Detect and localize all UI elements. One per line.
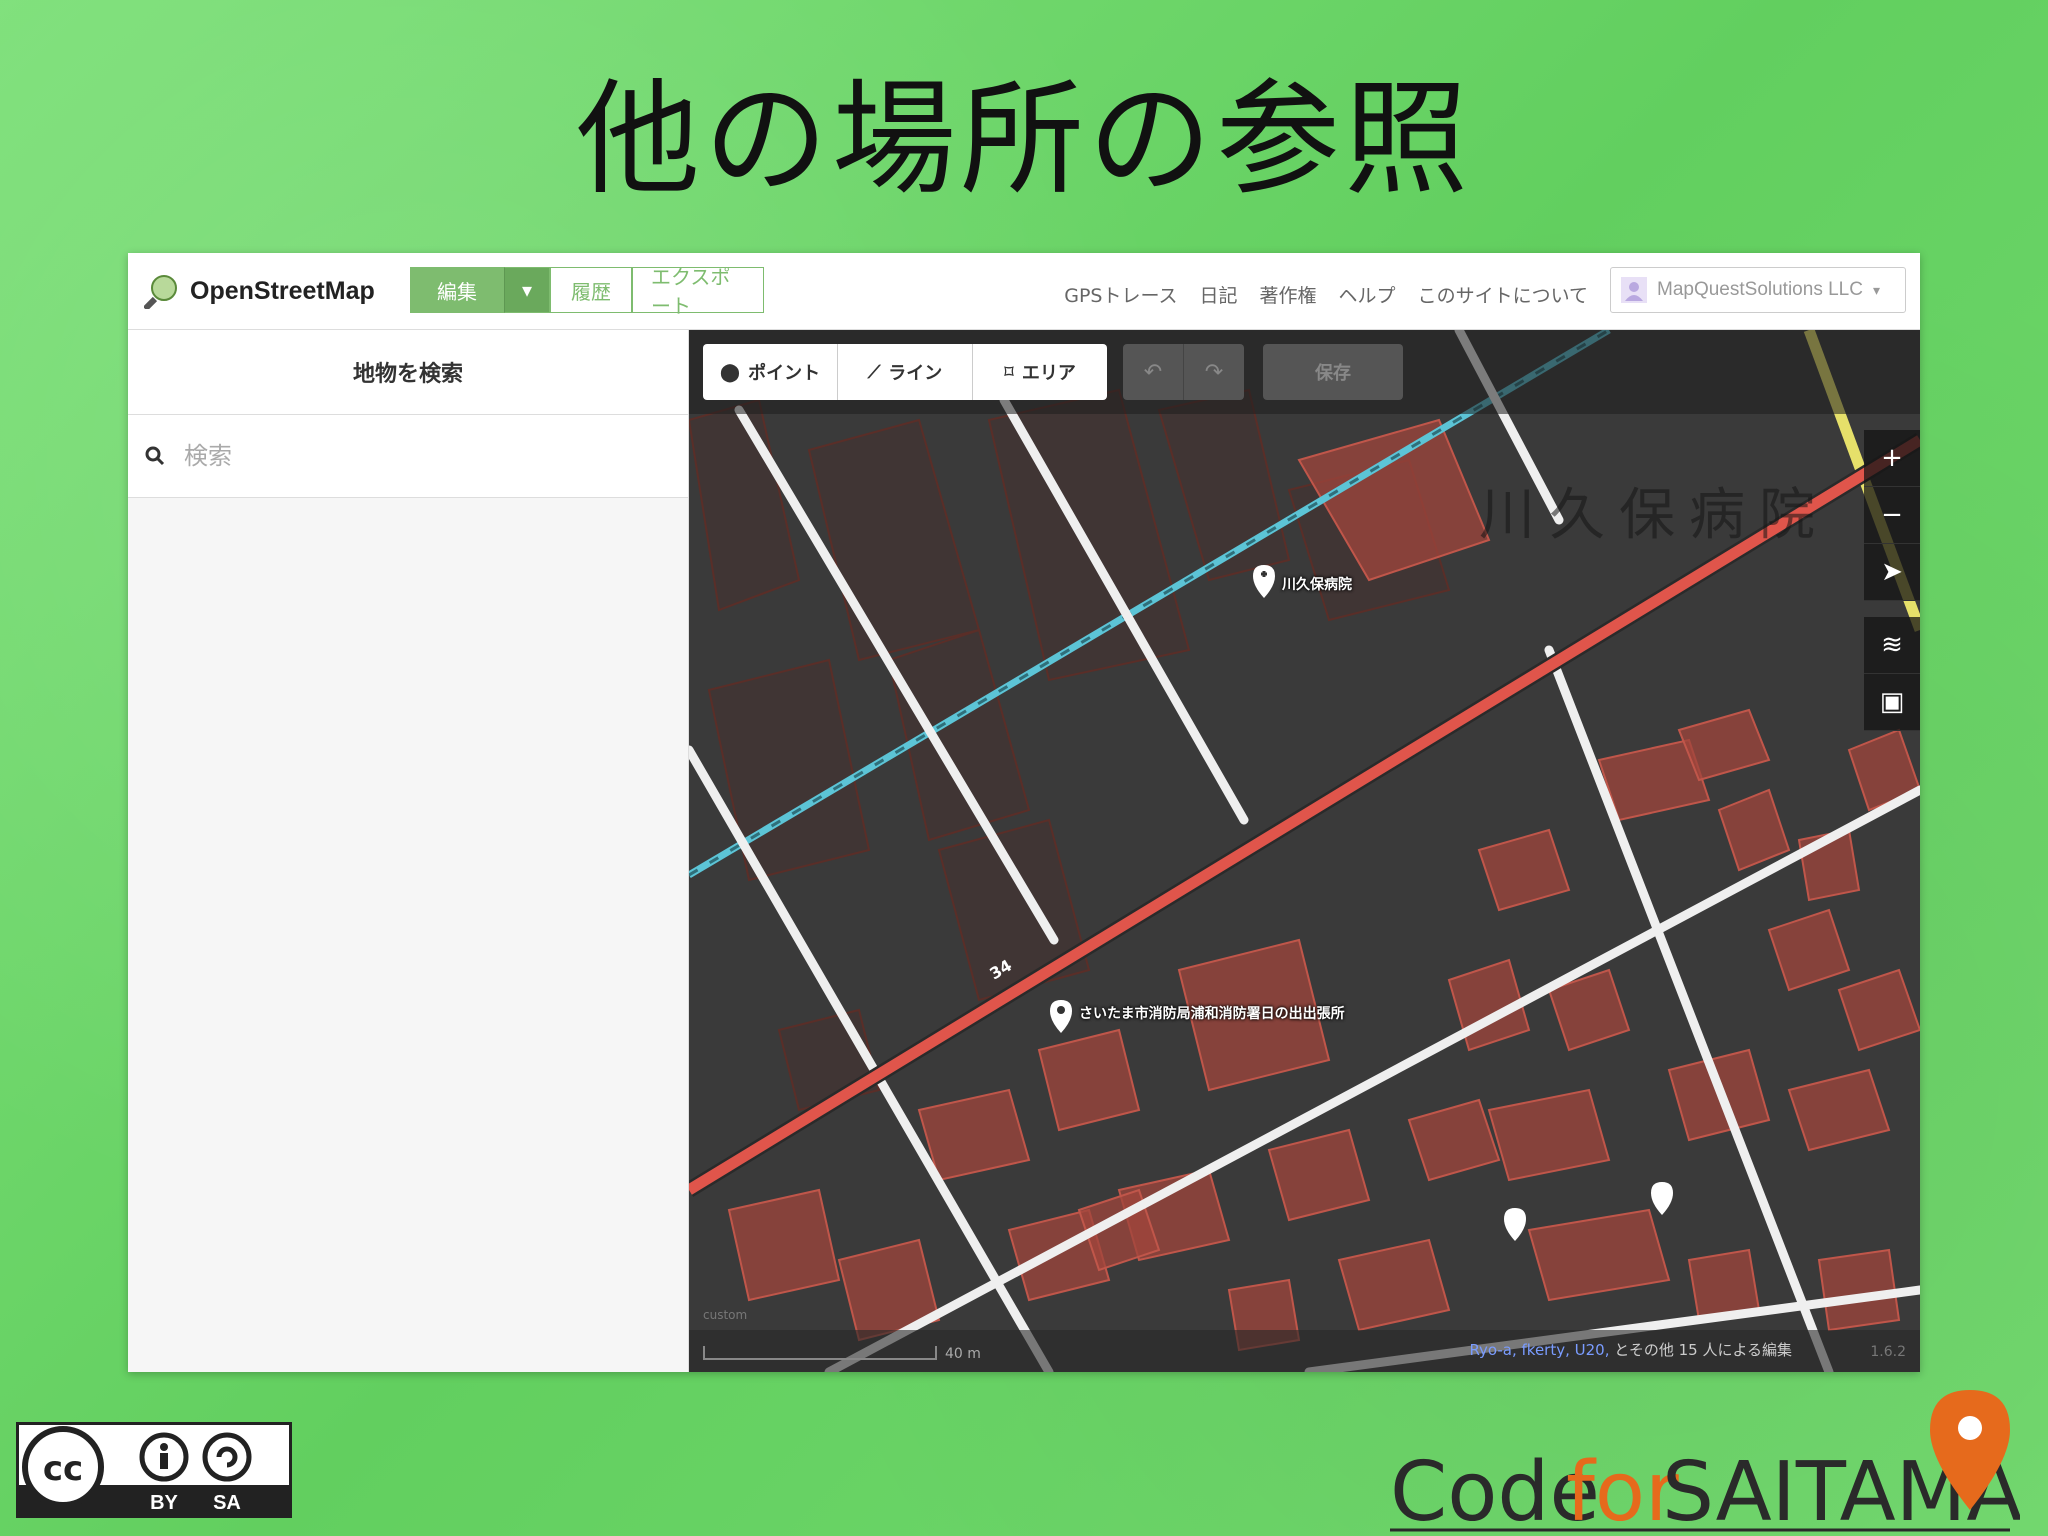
nav-about[interactable]: このサイトについて [1418,281,1588,308]
edit-dropdown-button[interactable]: ▾ [504,267,550,313]
save-button[interactable]: 保存 [1263,344,1403,400]
slide-title: 他の場所の参照 [575,68,1472,212]
add-point-button[interactable]: ⬤ ポイント [703,344,838,400]
map-controls: + − ➤ ≋ ▣ [1864,430,1920,731]
sidebar: 地物を検索 [128,330,689,1372]
nav-gps-traces[interactable]: GPSトレース [1064,281,1177,308]
line-icon: ⟋ [867,361,881,383]
search-input[interactable] [182,441,626,471]
plus-icon: + [1881,443,1903,473]
attribution-users[interactable]: Ryo-a, fkerty, U20, [1469,1341,1609,1359]
add-area-label: エリア [1021,363,1076,384]
add-line-label: ライン [888,363,943,384]
brand-name: OpenStreetMap [190,276,375,305]
user-name: MapQuestSolutions LLC [1657,279,1863,300]
undo-button[interactable]: ↶ [1123,344,1184,400]
osm-logo-icon [144,275,177,309]
layers-icon: ≋ [1881,630,1903,660]
search-row [128,415,688,498]
export-button[interactable]: エクスポート [632,265,764,318]
nav-links: GPSトレース 日記 著作権 ヘルプ このサイトについて [1064,281,1588,308]
cc-label: cc [43,1449,83,1489]
code-for-saitama-logo: Code for SAITAMA [1390,1390,2020,1536]
fire-station-label: さいたま市消防局浦和消防署日の出出張所 [1079,1006,1345,1022]
attribution-rest: とその他 15 人による編集 [1614,1341,1792,1359]
geolocate-button[interactable]: ➤ [1864,544,1920,601]
cc-license-icon: cc BY SA [19,1425,289,1515]
user-avatar-icon [1621,277,1647,303]
search-icon [145,446,165,466]
background-layers-button[interactable]: ≋ [1864,617,1920,674]
add-line-button[interactable]: ⟋ ライン [838,344,973,400]
map-data-button[interactable]: ▣ [1864,674,1920,731]
location-arrow-icon: ➤ [1881,557,1903,587]
imagery-source-label: custom [703,1308,748,1322]
scale-bar [703,1346,937,1360]
version-label: 1.6.2 [1870,1344,1906,1360]
editor-toolbar: ⬤ ポイント ⟋ ライン ⌑ エリア ↶ ↷ 保存 [689,330,1920,414]
attribution: Ryo-a, fkerty, U20, とその他 15 人による編集 [1469,1339,1792,1360]
brand[interactable]: OpenStreetMap [144,273,375,309]
undo-redo-group: ↶ ↷ [1123,344,1244,400]
zoom-in-button[interactable]: + [1864,430,1920,487]
caret-down-icon: ▾ [1872,281,1880,298]
draw-tools: ⬤ ポイント ⟋ ライン ⌑ エリア [703,344,1107,400]
point-marker-icon: ⬤ [719,361,741,383]
redo-button[interactable]: ↷ [1184,344,1244,400]
sa-label: SA [213,1492,241,1514]
add-area-button[interactable]: ⌑ エリア [973,344,1107,400]
hospital-big-label: 川久保病院 [1479,483,1829,548]
cc-by-sa-badge: cc BY SA [16,1422,292,1518]
history-button[interactable]: 履歴 [550,267,632,313]
area-icon: ⌑ [1004,361,1014,383]
edit-button-group: 編集 ▾ 履歴 エクスポート [410,265,764,318]
user-menu-button[interactable]: MapQuestSolutions LLC ▾ [1610,267,1906,313]
undo-icon: ↶ [1143,359,1163,385]
edit-button[interactable]: 編集 [410,267,504,313]
add-point-label: ポイント [748,363,821,384]
zoom-out-button[interactable]: − [1864,487,1920,544]
scale-text: 40 m [945,1346,981,1362]
nav-help[interactable]: ヘルプ [1339,281,1396,308]
osm-window: OpenStreetMap 編集 ▾ 履歴 エクスポート GPSトレース 日記 … [128,253,1920,1372]
hospital-label: 川久保病院 [1282,577,1352,593]
nav-diary[interactable]: 日記 [1200,281,1238,308]
map-data-icon: ▣ [1879,687,1905,717]
sidebar-title: 地物を検索 [128,330,688,415]
by-label: BY [150,1492,178,1514]
nav-copyright[interactable]: 著作権 [1260,281,1317,308]
caret-down-icon: ▾ [521,278,533,302]
osm-header: OpenStreetMap 編集 ▾ 履歴 エクスポート GPSトレース 日記 … [128,253,1920,330]
minus-icon: − [1881,500,1903,530]
redo-icon: ↷ [1204,359,1224,385]
map-canvas[interactable]: 34 川久保病院 川久保病院 さいたま市消防局浦和消防署日の出出張所 ⬤ ポイン… [689,330,1920,1372]
